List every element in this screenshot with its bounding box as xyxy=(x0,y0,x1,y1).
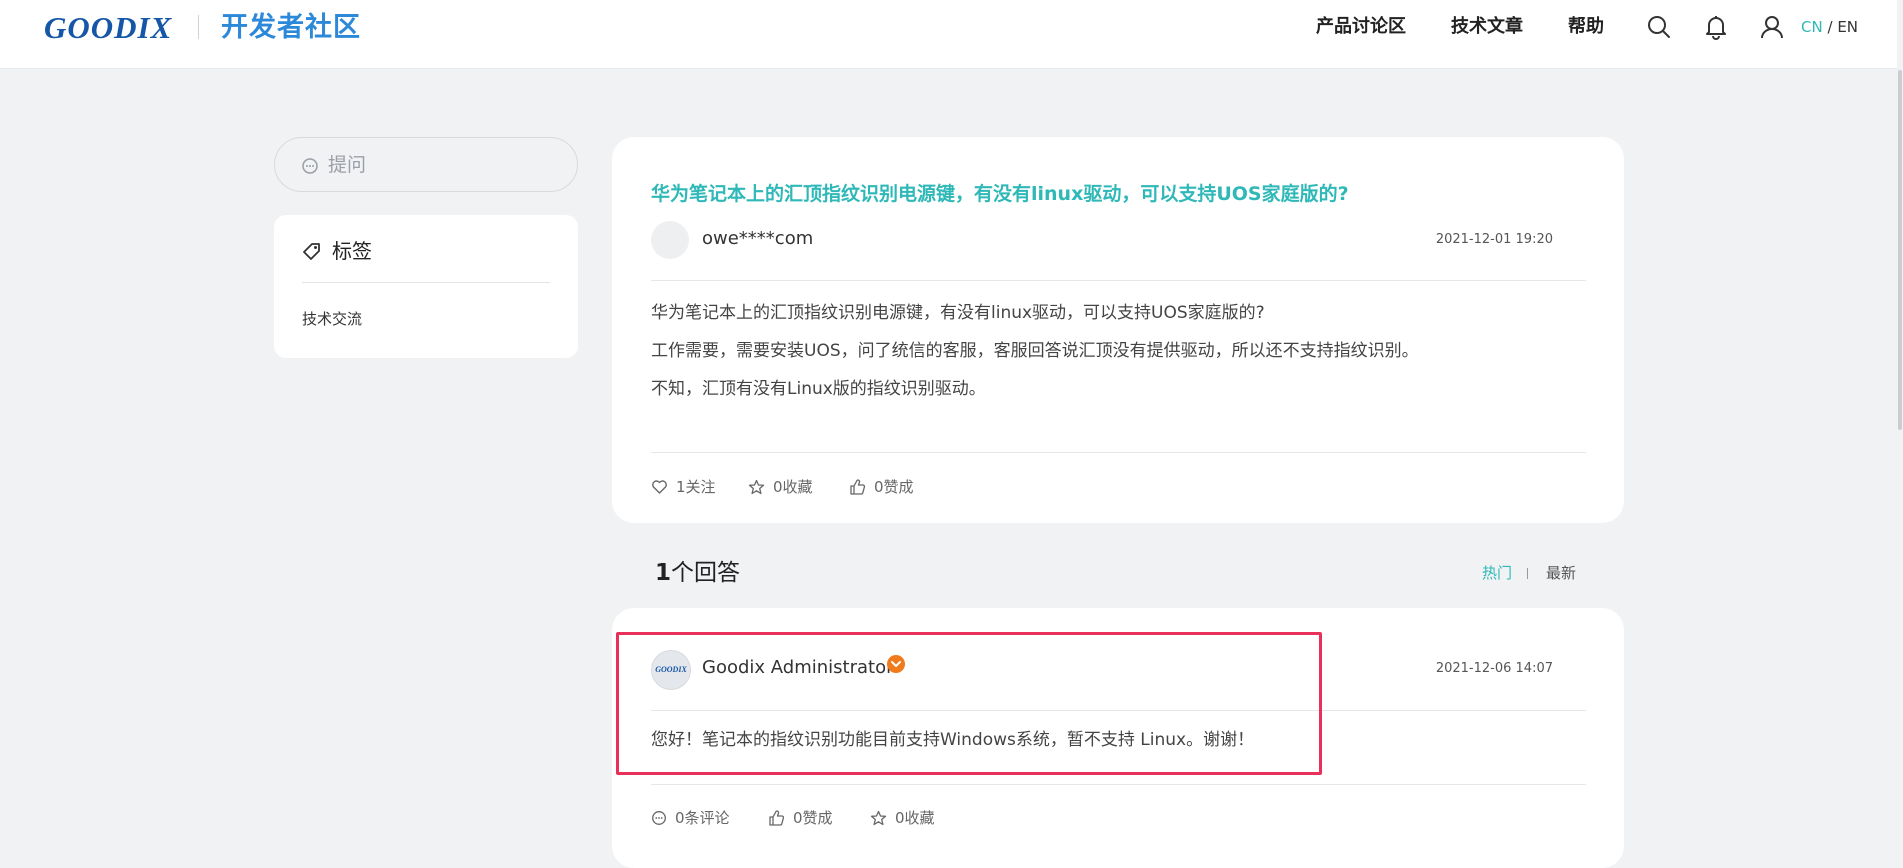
answer-header-divider xyxy=(651,710,1586,711)
star-icon xyxy=(748,479,765,495)
nav-product-forum[interactable]: 产品讨论区 xyxy=(1316,15,1406,39)
comment-button[interactable]: 0条评论 xyxy=(651,808,730,828)
favorite-button[interactable]: 0收藏 xyxy=(748,477,813,497)
question-body-line: 华为笔记本上的汇顶指纹识别电源键，有没有linux驱动，可以支持UOS家庭版的? xyxy=(651,303,1265,323)
comment-icon xyxy=(652,811,666,825)
logo-divider xyxy=(198,15,199,39)
question-footer-divider xyxy=(651,452,1586,453)
ask-question-label: 提问 xyxy=(328,154,367,176)
bell-icon[interactable] xyxy=(1702,13,1730,41)
sort-separator xyxy=(1527,568,1528,579)
ask-question-button[interactable]: 提问 xyxy=(274,137,578,192)
question-author[interactable]: owe****com xyxy=(702,227,813,251)
follow-button[interactable]: 1关注 xyxy=(651,477,716,497)
question-header-divider xyxy=(651,280,1586,281)
scrollbar-thumb[interactable] xyxy=(1898,70,1902,430)
site-name[interactable]: 开发者社区 xyxy=(221,10,361,46)
question-title[interactable]: 华为笔记本上的汇顶指纹识别电源键，有没有linux驱动，可以支持UOS家庭版的? xyxy=(651,180,1349,208)
answer-count-suffix: 个回答 xyxy=(671,560,741,586)
sort-hot-tab[interactable]: 热门 xyxy=(1482,563,1512,583)
nav-help[interactable]: 帮助 xyxy=(1568,15,1604,39)
star-icon xyxy=(870,810,887,826)
answer-card: GOODIX Goodix Administrator 2021-12-06 1… xyxy=(612,608,1624,868)
answer-like-button[interactable]: 0赞成 xyxy=(768,808,833,828)
lang-cn[interactable]: CN xyxy=(1801,18,1823,36)
answer-author[interactable]: Goodix Administrator xyxy=(702,656,893,680)
user-icon[interactable] xyxy=(1758,13,1786,41)
tag-item[interactable]: 技术交流 xyxy=(302,309,362,329)
question-card: 华为笔记本上的汇顶指纹识别电源键，有没有linux驱动，可以支持UOS家庭版的?… xyxy=(612,137,1624,523)
sort-new-tab[interactable]: 最新 xyxy=(1546,563,1576,583)
answer-date: 2021-12-06 14:07 xyxy=(1435,661,1553,676)
tags-divider xyxy=(302,282,550,283)
heart-icon xyxy=(652,480,667,494)
follow-count: 1关注 xyxy=(676,478,716,496)
answer-body: 您好！笔记本的指纹识别功能目前支持Windows系统，暂不支持 Linux。谢谢… xyxy=(651,730,1255,750)
avatar[interactable]: GOODIX xyxy=(651,650,691,690)
goodix-logo[interactable]: GOODIX xyxy=(44,10,172,46)
thumbs-up-icon xyxy=(850,479,866,495)
favorite-count: 0收藏 xyxy=(773,478,813,496)
answer-like-count: 0赞成 xyxy=(793,809,833,827)
answer-favorite-count: 0收藏 xyxy=(895,809,935,827)
comment-count: 0条评论 xyxy=(675,809,730,827)
nav-tech-articles[interactable]: 技术文章 xyxy=(1451,15,1523,39)
lang-separator: / xyxy=(1827,18,1833,36)
answer-count-number: 1 xyxy=(655,560,672,586)
language-switch: CN / EN xyxy=(1801,17,1858,37)
question-body: 华为笔记本上的汇顶指纹识别电源键，有没有linux驱动，可以支持UOS家庭版的?… xyxy=(651,294,1419,408)
question-date: 2021-12-01 19:20 xyxy=(1435,232,1553,247)
like-button[interactable]: 0赞成 xyxy=(849,477,914,497)
page-scrollbar[interactable] xyxy=(1897,0,1903,846)
question-body-line: 工作需要，需要安装UOS，问了统信的客服，客服回答说汇顶没有提供驱动，所以还不支… xyxy=(651,341,1419,361)
tag-icon xyxy=(303,243,320,260)
tags-title: 标签 xyxy=(332,239,372,263)
chat-bubble-icon xyxy=(302,158,318,174)
search-icon[interactable] xyxy=(1645,13,1673,41)
answer-count: 1个回答 xyxy=(655,557,740,589)
thumbs-up-icon xyxy=(769,810,785,826)
answer-favorite-button[interactable]: 0收藏 xyxy=(870,808,935,828)
like-count: 0赞成 xyxy=(874,478,914,496)
top-header: GOODIX 开发者社区 产品讨论区 技术文章 帮助 CN / EN xyxy=(0,0,1903,69)
verified-badge-icon xyxy=(887,655,905,673)
question-body-line: 不知，汇顶有没有Linux版的指纹识别驱动。 xyxy=(651,379,986,399)
answer-footer-divider xyxy=(651,784,1586,785)
lang-en[interactable]: EN xyxy=(1837,18,1858,36)
tags-card: 标签 技术交流 xyxy=(274,215,578,358)
avatar[interactable] xyxy=(651,221,689,259)
